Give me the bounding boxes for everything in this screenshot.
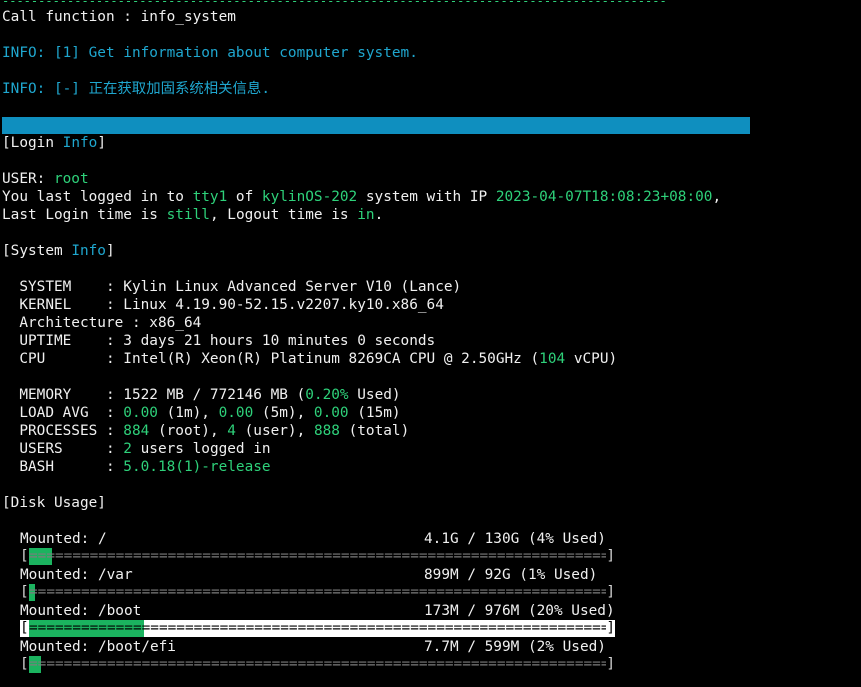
bar-open-bracket: [ [20, 584, 29, 600]
bar-close-bracket: ] [606, 656, 615, 672]
disk-usage-track: ========================================… [29, 620, 606, 636]
bar-open-bracket: [ [20, 548, 29, 564]
disk-mount-label: Mounted: /boot/efi [20, 639, 176, 655]
disk-usage-track: ========================================… [29, 548, 606, 564]
system-kernel-line: KERNEL : Linux 4.19.90-52.15.v2207.ky10.… [2, 297, 444, 313]
disk-usage-bar: [ ======================================… [20, 548, 615, 565]
system-memory-line: MEMORY : 1522 MB / 772146 MB (0.20% Used… [2, 387, 401, 403]
system-cpu-line: CPU : Intel(R) Xeon(R) Platinum 8269CA C… [2, 351, 618, 367]
disk-usage-label: 7.7M / 599M (2% Used) [424, 639, 606, 655]
info-line-2: INFO: [-] 正在获取加固系统相关信息. [2, 81, 270, 97]
call-function-line: Call function : info_system [2, 9, 236, 25]
disk-mount-label: Mounted: /boot [20, 603, 142, 619]
top-rule: ----------------------------------------… [2, 0, 672, 3]
system-processes-line: PROCESSES : 884 (root), 4 (user), 888 (t… [2, 423, 410, 439]
login-time-line: Last Login time is still, Logout time is… [2, 207, 384, 223]
disk-section-title: [Disk Usage] [2, 495, 106, 511]
disk-usage-track: ========================================… [29, 584, 606, 600]
login-last-line: You last logged in to tty1 of kylinOS-20… [2, 189, 722, 205]
progress-bar [2, 117, 750, 134]
disk-usage-bar: [ ======================================… [20, 584, 615, 601]
disk-usage-bar: [ ======================================… [20, 656, 615, 673]
system-os-line: SYSTEM : Kylin Linux Advanced Server V10… [2, 279, 462, 295]
disk-usage-label: 173M / 976M (20% Used) [424, 603, 615, 619]
disk-usage-track: ========================================… [29, 656, 606, 672]
system-users-line: USERS : 2 users logged in [2, 441, 271, 457]
bar-open-bracket: [ [20, 620, 29, 636]
info-line-1: INFO: [1] Get information about computer… [2, 45, 418, 61]
system-section-title: [System Info] [2, 243, 115, 259]
system-uptime-line: UPTIME : 3 days 21 hours 10 minutes 0 se… [2, 333, 436, 349]
disk-mount-label: Mounted: /var [20, 567, 133, 583]
progress-fill [2, 117, 750, 134]
login-section-title: [Login Info] [2, 135, 106, 151]
login-user-line: USER: root [2, 171, 89, 187]
bar-close-bracket: ] [606, 548, 615, 564]
system-arch-line: Architecture : x86_64 [2, 315, 202, 331]
disk-usage-label: 4.1G / 130G (4% Used) [424, 531, 606, 547]
disk-mount-label: Mounted: / [20, 531, 107, 547]
bar-close-bracket: ] [606, 620, 615, 636]
system-load-line: LOAD AVG : 0.00 (1m), 0.00 (5m), 0.00 (1… [2, 405, 401, 421]
bar-open-bracket: [ [20, 656, 29, 672]
disk-usage-bar: [ ======================================… [20, 620, 615, 637]
bar-close-bracket: ] [606, 584, 615, 600]
disk-usage-label: 899M / 92G (1% Used) [424, 567, 598, 583]
system-bash-line: BASH : 5.0.18(1)-release [2, 459, 271, 475]
